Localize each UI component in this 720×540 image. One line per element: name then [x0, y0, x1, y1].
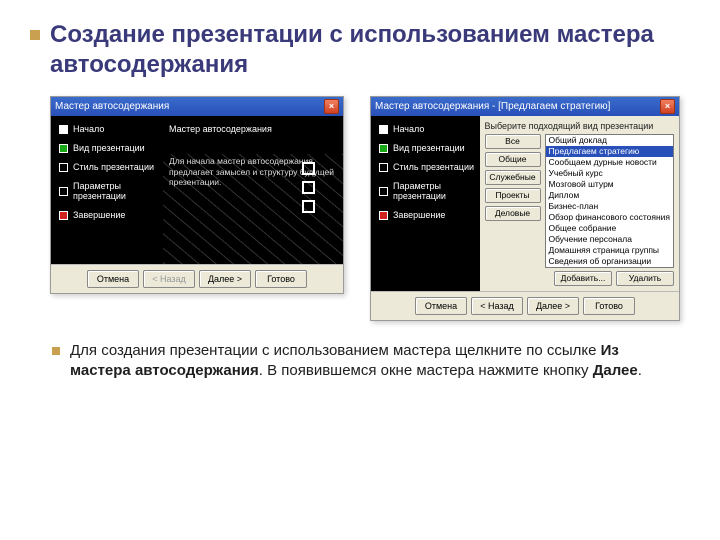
list-item[interactable]: Общий доклад [546, 135, 674, 146]
wizard-step: Стиль презентации [59, 162, 159, 172]
wizard-step: Вид презентации [379, 143, 476, 153]
title-text: Создание презентации с использованием ма… [50, 21, 654, 78]
step-label: Стиль презентации [73, 162, 154, 172]
list-item[interactable]: Домашняя страница группы [546, 245, 674, 256]
step-marker-icon [59, 163, 68, 172]
step-label: Параметры презентации [73, 181, 159, 201]
list-item[interactable]: Сведения об организации [546, 256, 674, 267]
body-paragraph: Для создания презентации с использование… [70, 341, 650, 382]
close-icon[interactable]: × [324, 99, 339, 114]
body-bullet-icon [52, 347, 60, 355]
wizard-step: Завершение [379, 210, 476, 220]
category-button[interactable]: Деловые [485, 206, 541, 221]
back-button[interactable]: < Назад [471, 297, 523, 315]
delete-button[interactable]: Удалить [616, 271, 674, 286]
step-marker-icon [59, 144, 68, 153]
wizard-steps-nav: Начало Вид презентации Стиль презентации Па… [371, 116, 480, 291]
step-marker-icon [379, 211, 388, 220]
body-part1: Для создания презентации с использование… [70, 342, 601, 359]
step-marker-icon [379, 144, 388, 153]
decorative-squares [302, 162, 315, 213]
list-item[interactable]: Бизнес-план [546, 201, 674, 212]
body-part2: . В появившемся окне мастера нажмите кно… [259, 362, 593, 379]
wizard-footer: Отмена < Назад Далее > Готово [51, 264, 343, 293]
category-button[interactable]: Все [485, 134, 541, 149]
step-marker-icon [379, 125, 388, 134]
step-label: Начало [73, 124, 104, 134]
back-button: < Назад [143, 270, 195, 288]
wizard-window-step1: Мастер автосодержания × Начало Вид презен… [50, 96, 344, 294]
list-item[interactable]: Обучение персонала [546, 234, 674, 245]
cancel-button[interactable]: Отмена [87, 270, 139, 288]
close-icon[interactable]: × [660, 99, 675, 114]
wizard-window-step2: Мастер автосодержания - [Предлагаем стра… [370, 96, 680, 321]
square-red-icon [302, 162, 315, 175]
titlebar-text: Мастер автосодержания [55, 101, 169, 112]
screenshots-row: Мастер автосодержания × Начало Вид презен… [50, 96, 680, 321]
wizard-footer: Отмена < Назад Далее > Готово [371, 291, 679, 320]
step-label: Вид презентации [73, 143, 145, 153]
step-label: Вид презентации [393, 143, 465, 153]
list-item[interactable]: Учебный курс [546, 168, 674, 179]
finish-button[interactable]: Готово [255, 270, 307, 288]
step-label: Стиль презентации [393, 162, 474, 172]
step-marker-icon [379, 163, 388, 172]
titlebar: Мастер автосодержания - [Предлагаем стра… [371, 97, 679, 116]
title-bullet-icon [30, 30, 40, 40]
cancel-button[interactable]: Отмена [415, 297, 467, 315]
list-item[interactable]: Сообщаем дурные новости [546, 157, 674, 168]
category-button[interactable]: Проекты [485, 188, 541, 203]
presentation-type-listbox[interactable]: Общий докладПредлагаем стратегиюСообщаем… [545, 134, 675, 268]
finish-button[interactable]: Готово [583, 297, 635, 315]
wizard-intro-panel: Мастер автосодержания Для начала мастер … [163, 116, 343, 264]
slide-title: Создание презентации с использованием ма… [50, 20, 680, 80]
wizard-step: Вид презентации [59, 143, 159, 153]
body-bold2: Далее [593, 362, 638, 379]
titlebar: Мастер автосодержания × [51, 97, 343, 116]
titlebar-text: Мастер автосодержания - [Предлагаем стра… [375, 101, 610, 112]
wizard-steps-nav: Начало Вид презентации Стиль презентации Па… [51, 116, 163, 264]
wizard-step: Начало [59, 124, 159, 134]
step-marker-icon [59, 211, 68, 220]
wizard-step: Стиль презентации [379, 162, 476, 172]
category-button[interactable]: Общие [485, 152, 541, 167]
wizard-step: Параметры презентации [59, 181, 159, 201]
list-item[interactable]: Обзор финансового состояния [546, 212, 674, 223]
select-prompt: Выберите подходящий вид презентации [485, 121, 675, 131]
next-button[interactable]: Далее > [199, 270, 251, 288]
list-item[interactable]: Общее собрание [546, 223, 674, 234]
step-marker-icon [379, 187, 388, 196]
next-button[interactable]: Далее > [527, 297, 579, 315]
step-label: Завершение [393, 210, 445, 220]
wizard-step: Параметры презентации [379, 181, 476, 201]
wizard-step: Завершение [59, 210, 159, 220]
category-button[interactable]: Служебные [485, 170, 541, 185]
step-marker-icon [59, 125, 68, 134]
list-item[interactable]: Предлагаем стратегию [546, 146, 674, 157]
list-item[interactable]: Мозговой штурм [546, 179, 674, 190]
step-marker-icon [59, 187, 68, 196]
square-blue-icon [302, 200, 315, 213]
panel-heading: Мастер автосодержания [169, 124, 337, 134]
step-label: Начало [393, 124, 424, 134]
step-label: Параметры презентации [393, 181, 476, 201]
wizard-select-panel: Выберите подходящий вид презентации Все О… [480, 116, 680, 291]
add-button[interactable]: Добавить... [554, 271, 612, 286]
list-item[interactable]: Диплом [546, 190, 674, 201]
wizard-step: Начало [379, 124, 476, 134]
body-part3: . [638, 362, 642, 379]
category-buttons: Все Общие Служебные Проекты Деловые [485, 134, 541, 268]
step-label: Завершение [73, 210, 125, 220]
square-green-icon [302, 181, 315, 194]
